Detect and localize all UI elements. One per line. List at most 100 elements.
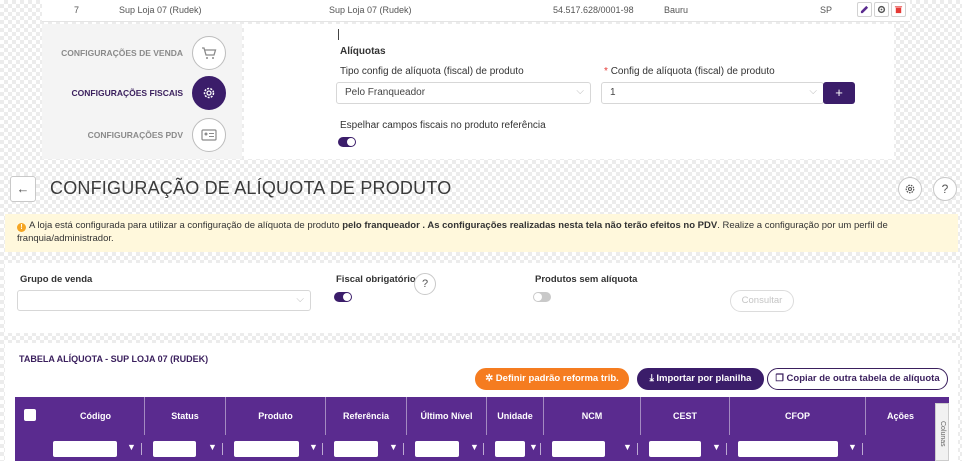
store-code: 7 xyxy=(74,5,80,15)
filters-panel: Grupo de venda ⌵ Fiscal obrigatório ? Pr… xyxy=(5,263,958,333)
filter-separator xyxy=(637,443,638,455)
col-unidade[interactable]: Unidade xyxy=(487,397,544,435)
grupo-venda-select[interactable]: ⌵ xyxy=(17,290,311,311)
nav-config-pdv-label: CONFIGURAÇÕES PDV xyxy=(87,130,183,140)
filter-status-input[interactable] xyxy=(153,441,196,457)
filter-icon[interactable]: ▼ xyxy=(127,442,136,452)
store-city: Bauru xyxy=(664,5,689,15)
col-produto[interactable]: Produto xyxy=(226,397,326,435)
filter-separator xyxy=(403,443,404,455)
filter-produto-input[interactable] xyxy=(234,441,299,457)
filter-separator xyxy=(540,443,541,455)
espelhar-toggle[interactable] xyxy=(338,137,356,147)
settings-icon[interactable] xyxy=(874,2,889,17)
filter-icon[interactable]: ▼ xyxy=(208,442,217,452)
select-all-checkbox[interactable] xyxy=(24,409,36,421)
filter-icon[interactable]: ▼ xyxy=(529,442,538,452)
fiscal-obrigatorio-label: Fiscal obrigatório xyxy=(336,274,416,285)
filter-separator xyxy=(222,443,223,455)
table-title: TABELA ALÍQUOTA - SUP LOJA 07 (RUDEK) xyxy=(19,354,209,364)
colunas-toggle[interactable]: Colunas xyxy=(935,403,949,461)
alert-text-bold: pelo franqueador . As configurações real… xyxy=(342,220,718,231)
edit-icon[interactable] xyxy=(857,2,872,17)
colunas-label: Colunas xyxy=(939,421,946,447)
copy-icon: ❐ xyxy=(775,373,784,384)
filter-separator xyxy=(141,443,142,455)
filter-separator xyxy=(322,443,323,455)
filter-icon[interactable]: ▼ xyxy=(623,442,632,452)
filter-codigo-input[interactable] xyxy=(53,441,117,457)
store-uf: SP xyxy=(820,5,833,15)
reforma-button[interactable]: ✲ Definir padrão reforma trib. xyxy=(475,368,629,390)
config-aliquota-label-text: Config de alíquota (fiscal) de produto xyxy=(610,66,775,77)
espelhar-label: Espelhar campos fiscais no produto refer… xyxy=(340,120,546,131)
store-name: Sup Loja 07 (Rudek) xyxy=(119,5,202,15)
gear-icon xyxy=(905,184,915,194)
fiscal-help-button[interactable]: ? xyxy=(414,273,436,295)
nav-config-venda-label: CONFIGURAÇÕES DE VENDA xyxy=(61,48,183,58)
col-acoes: Ações xyxy=(886,411,914,421)
alert-text-1: A loja está configurada para utilizar a … xyxy=(29,220,343,231)
aliquota-table-section: TABELA ALÍQUOTA - SUP LOJA 07 (RUDEK) ✲ … xyxy=(5,343,958,461)
col-referencia[interactable]: Referência xyxy=(326,397,407,435)
chevron-down-icon: ⌵ xyxy=(809,86,817,97)
store-cnpj: 54.517.628/0001-98 xyxy=(553,5,634,15)
filter-separator xyxy=(726,443,727,455)
warning-alert: ! A loja está configurada para utilizar a… xyxy=(5,214,958,252)
config-aliquota-label: * Config de alíquota (fiscal) de produto xyxy=(604,66,775,77)
filter-icon[interactable]: ▼ xyxy=(712,442,721,452)
nav-config-fiscais-label: CONFIGURAÇÕES FISCAIS xyxy=(71,88,183,98)
filter-row: ▼ ▼ ▼ ▼ ▼ ▼ ▼ ▼ ▼ xyxy=(15,437,949,461)
col-cest[interactable]: CEST xyxy=(641,397,730,435)
table-header: Código Status Produto Referência Último … xyxy=(15,397,949,461)
nav-config-fiscais[interactable]: CONFIGURAÇÕES FISCAIS xyxy=(72,76,226,110)
importar-button[interactable]: ⤓ Importar por planilha xyxy=(637,368,764,390)
filter-icon[interactable]: ▼ xyxy=(470,442,479,452)
gear-icon: ✲ xyxy=(485,373,494,384)
filter-separator xyxy=(862,443,863,455)
config-aliquota-select[interactable]: 1 ⌵ xyxy=(601,82,824,104)
col-cfop[interactable]: CFOP xyxy=(730,397,866,435)
nav-config-venda[interactable]: CONFIGURAÇÕES DE VENDA xyxy=(61,36,226,70)
grupo-venda-label: Grupo de venda xyxy=(20,274,93,285)
chevron-down-icon: ⌵ xyxy=(296,294,304,305)
col-ncm[interactable]: NCM xyxy=(544,397,641,435)
warning-icon: ! xyxy=(17,223,26,232)
consultar-button[interactable]: Consultar xyxy=(730,290,794,312)
tipo-config-value: Pelo Franqueador xyxy=(345,87,426,98)
sem-aliquota-label: Produtos sem alíquota xyxy=(535,274,638,285)
filter-unidade-input[interactable] xyxy=(495,441,525,457)
tipo-config-select[interactable]: Pelo Franqueador ⌵ xyxy=(336,82,591,104)
add-aliquota-button[interactable]: + xyxy=(823,82,855,104)
filter-ultimo-nivel-input[interactable] xyxy=(415,441,459,457)
col-codigo[interactable]: Código xyxy=(47,397,145,435)
delete-icon[interactable] xyxy=(891,2,906,17)
config-aliquota-value: 1 xyxy=(610,87,616,98)
filter-icon[interactable]: ▼ xyxy=(389,442,398,452)
page-title: CONFIGURAÇÃO DE ALÍQUOTA DE PRODUTO xyxy=(50,178,452,198)
fiscal-obrigatorio-toggle[interactable] xyxy=(334,292,352,302)
sem-aliquota-toggle[interactable] xyxy=(533,292,551,302)
col-ultimo-nivel[interactable]: Último Nível xyxy=(407,397,487,435)
back-button[interactable]: ← xyxy=(10,176,36,202)
aliquotas-title: Alíquotas xyxy=(340,46,386,57)
filter-icon[interactable]: ▼ xyxy=(848,442,857,452)
filter-cest-input[interactable] xyxy=(649,441,701,457)
settings-button[interactable] xyxy=(898,177,922,201)
nav-config-pdv[interactable]: CONFIGURAÇÕES PDV xyxy=(88,118,226,152)
filter-referencia-input[interactable] xyxy=(334,441,378,457)
filter-icon[interactable]: ▼ xyxy=(309,442,318,452)
aliquotas-panel: Alíquotas Tipo config de alíquota (fisca… xyxy=(244,24,894,159)
tipo-config-label: Tipo config de alíquota (fiscal) de prod… xyxy=(340,66,524,77)
store-table-row[interactable]: 7 Sup Loja 07 (Rudek) Sup Loja 07 (Rudek… xyxy=(42,0,910,22)
copiar-button[interactable]: ❐ Copiar de outra tabela de alíquota xyxy=(767,368,948,390)
gear-icon xyxy=(192,76,226,110)
filter-ncm-input[interactable] xyxy=(552,441,605,457)
col-status[interactable]: Status xyxy=(145,397,226,435)
importar-label: Importar por planilha xyxy=(656,373,752,384)
help-button[interactable]: ? xyxy=(933,177,957,201)
required-mark: * xyxy=(604,66,608,77)
filter-separator xyxy=(483,443,484,455)
filter-cfop-input[interactable] xyxy=(738,441,838,457)
id-card-icon xyxy=(192,118,226,152)
